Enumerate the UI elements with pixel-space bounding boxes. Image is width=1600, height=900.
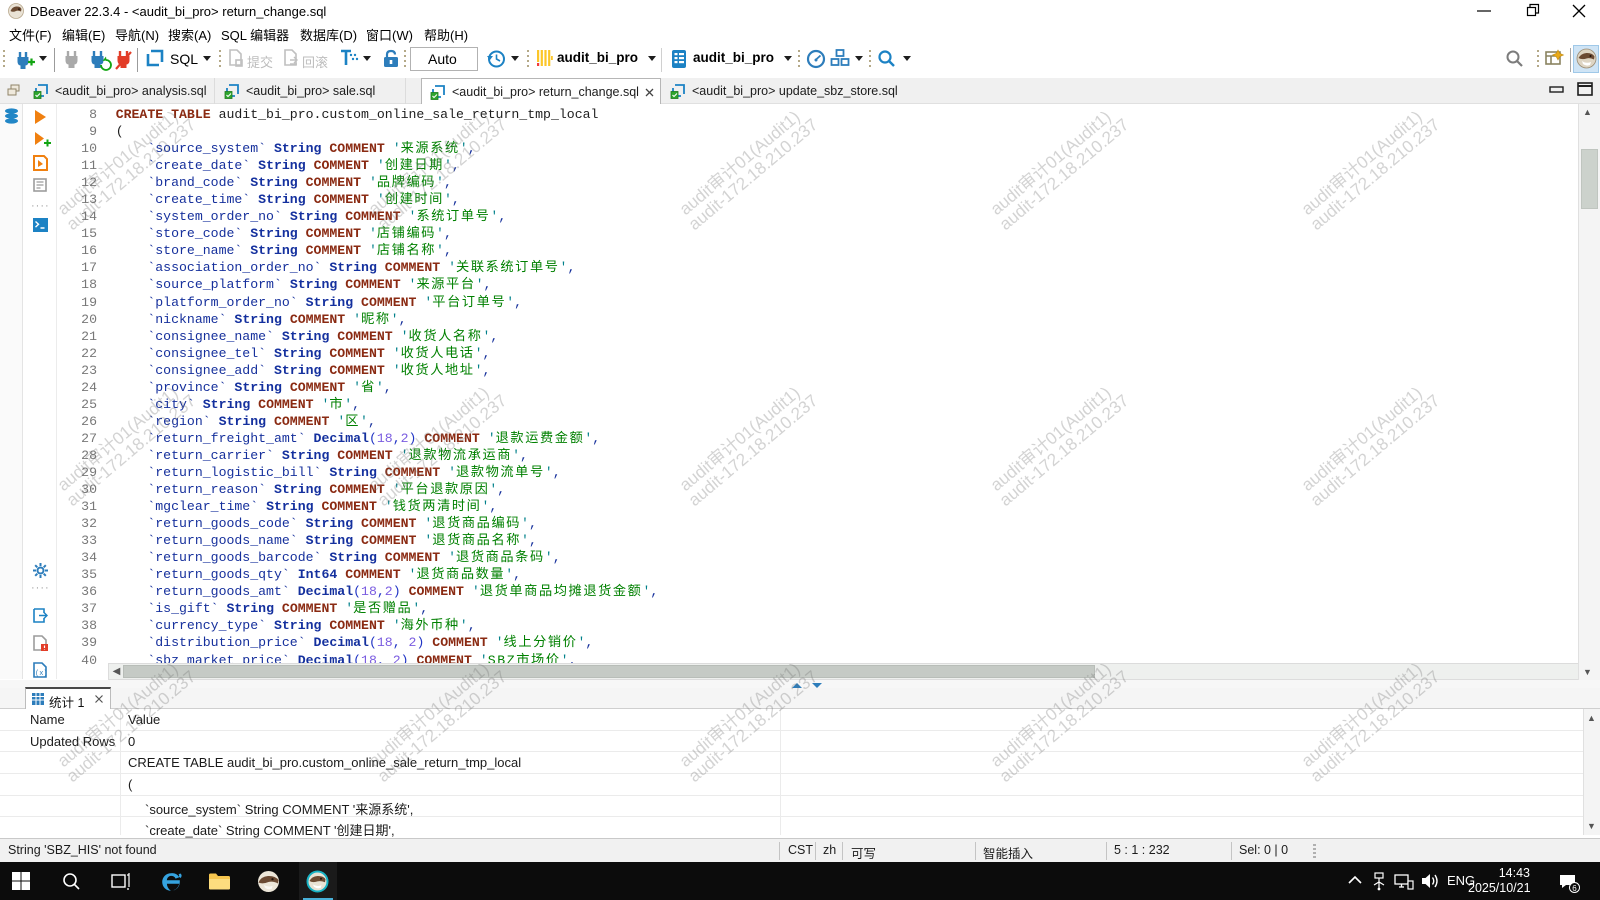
svg-text:6: 6 (1572, 884, 1577, 893)
svg-text:(x): (x) (35, 670, 48, 678)
